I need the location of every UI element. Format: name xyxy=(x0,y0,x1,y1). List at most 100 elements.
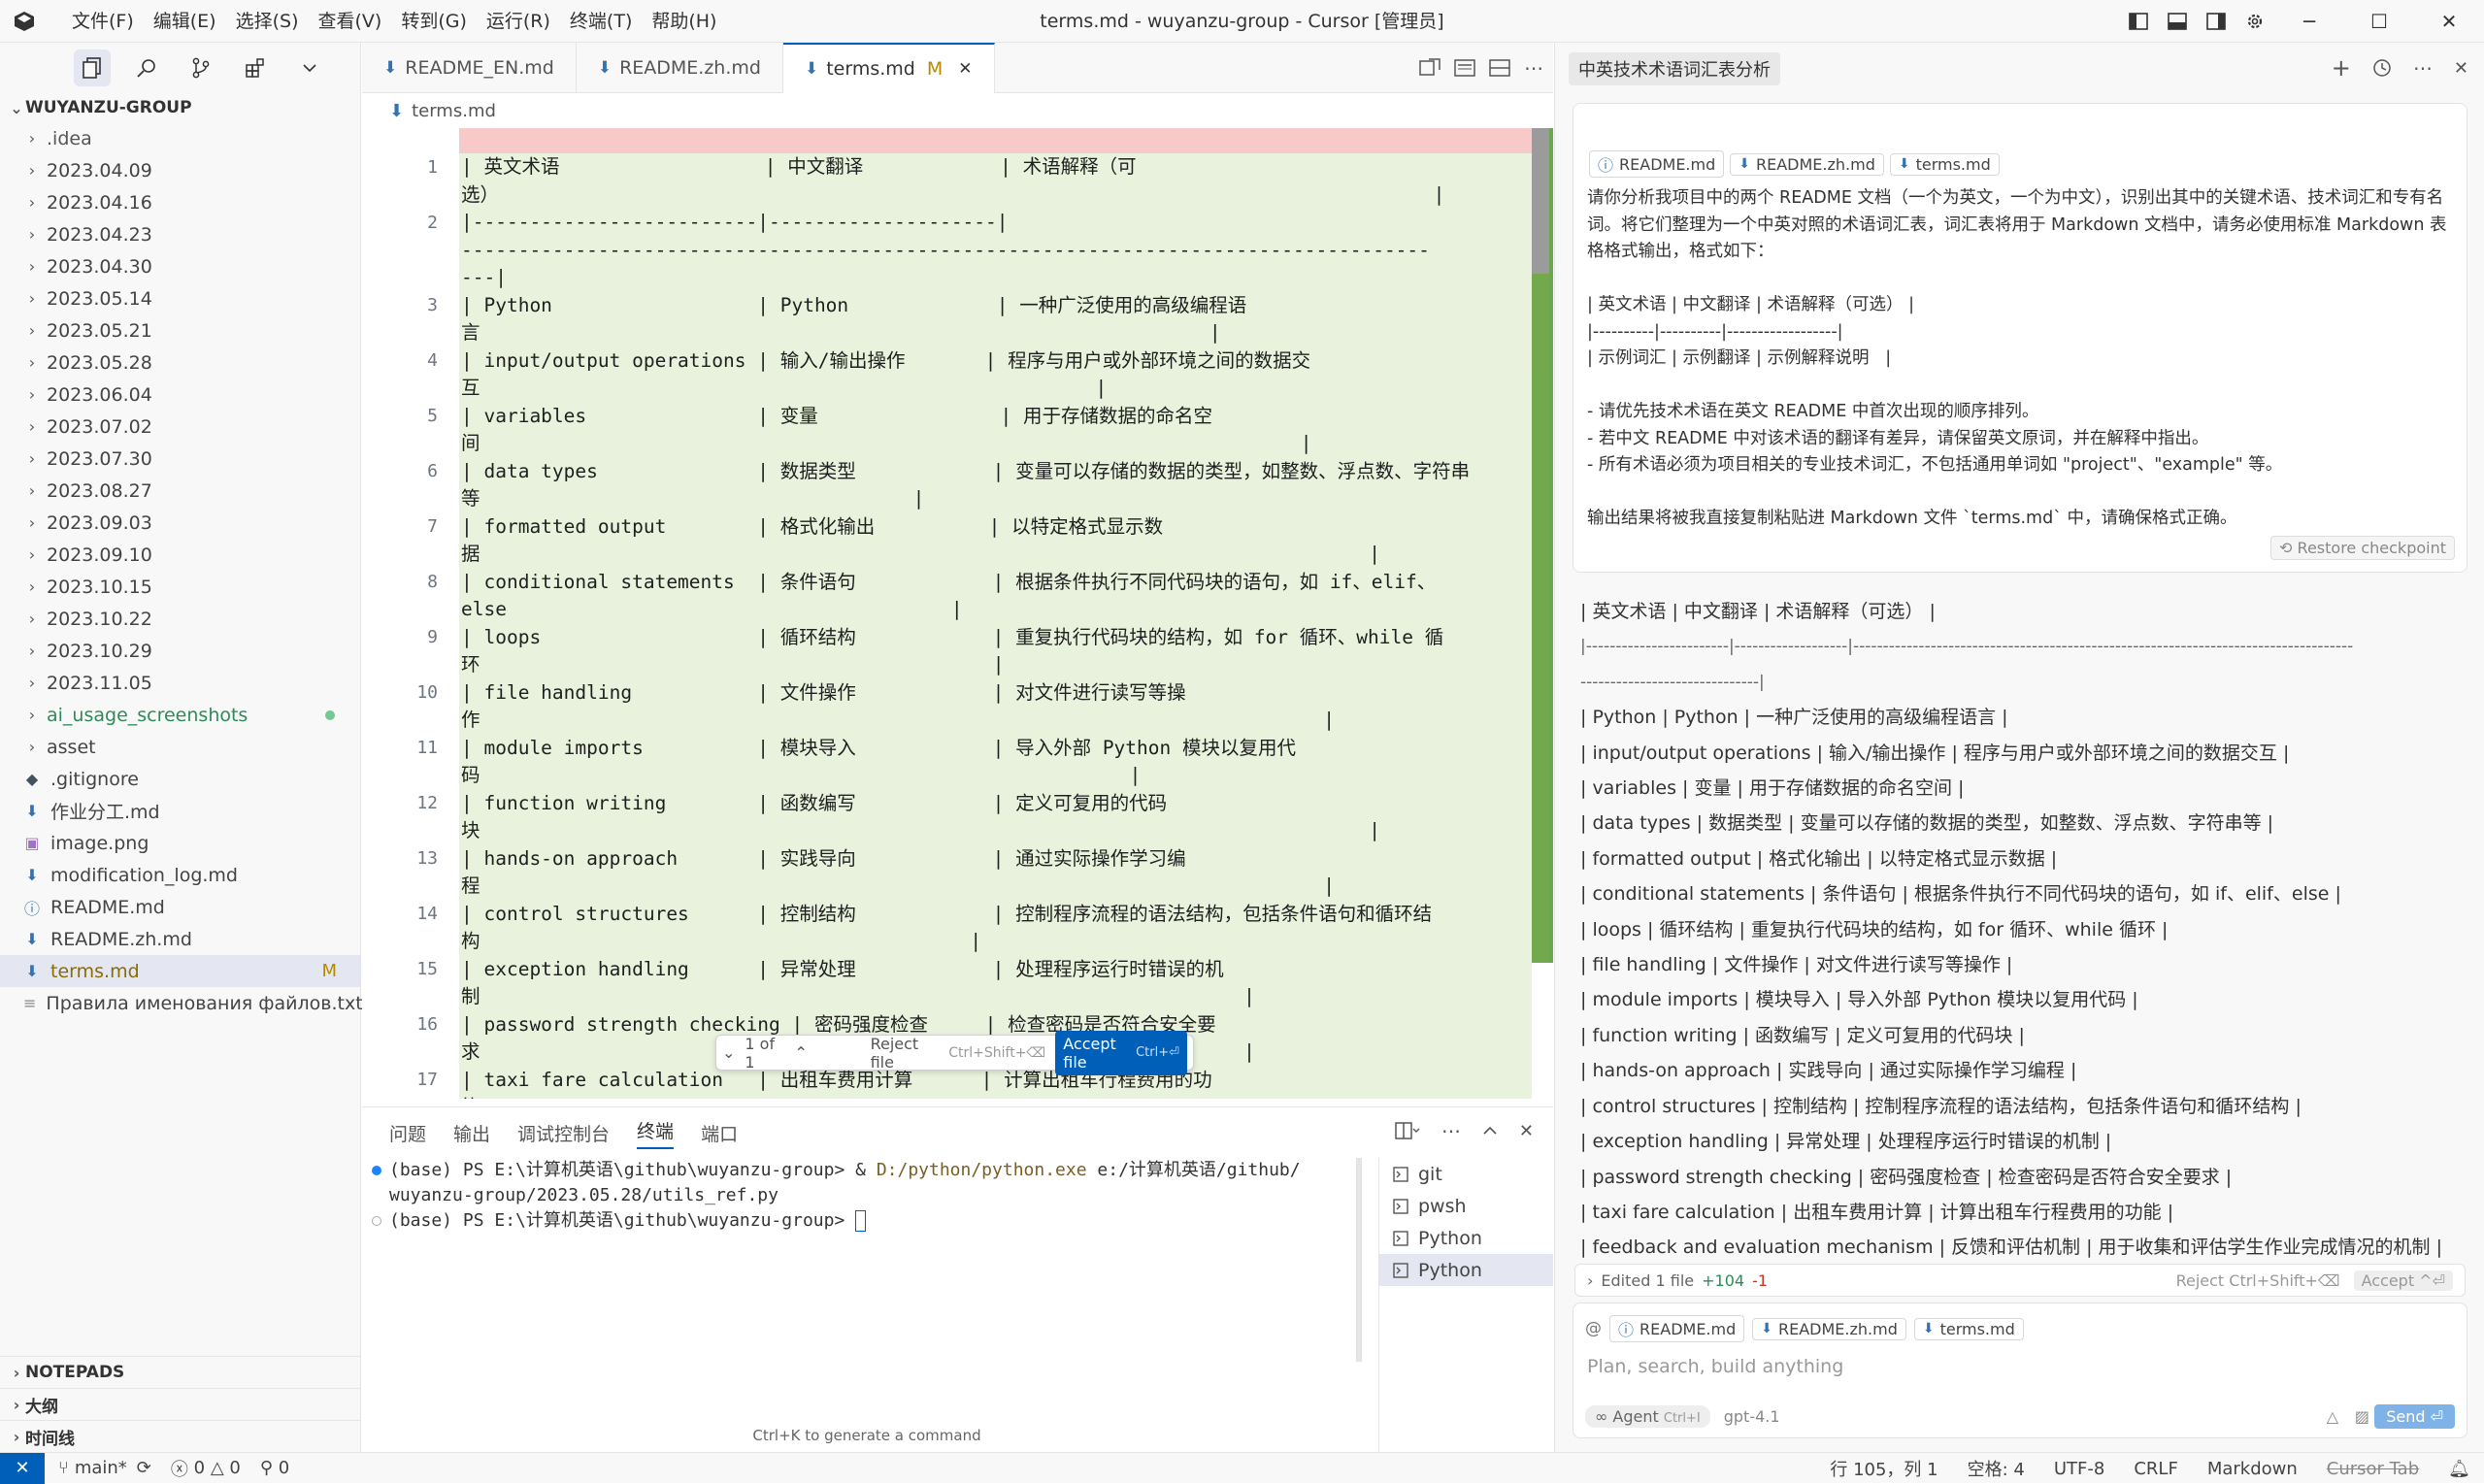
problems-indicator[interactable]: ⓧ 0 △ 0 xyxy=(171,1456,241,1481)
tree-file-readme[interactable]: ⓘ README.md xyxy=(0,891,360,923)
tab-terms[interactable]: ⬇ terms.md M ✕ xyxy=(782,42,995,93)
remote-indicator-icon[interactable]: ✕ xyxy=(0,1452,45,1484)
notifications-bell-icon[interactable]: 🔔︎ xyxy=(2448,1459,2470,1479)
tree-folder[interactable]: › 2023.05.14 xyxy=(0,282,360,314)
open-changes-icon[interactable] xyxy=(1419,58,1441,78)
model-selector[interactable]: gpt-4.1 xyxy=(1724,1407,1780,1426)
tree-folder[interactable]: › 2023.10.22 xyxy=(0,603,360,635)
split-terminal-icon[interactable] xyxy=(1395,1122,1420,1139)
context-pill[interactable]: ⬇ README.zh.md xyxy=(1730,152,1884,176)
context-pill[interactable]: ⬇ terms.md xyxy=(1889,152,2000,176)
tab-terminal[interactable]: 终端 xyxy=(637,1117,675,1149)
accept-all-button[interactable]: Accept ^⏎ xyxy=(2353,1270,2453,1291)
minimize-button[interactable]: ─ xyxy=(2274,0,2344,43)
menu-view[interactable]: 查看(V) xyxy=(309,0,392,43)
code-content[interactable]: | 英文术语 | 中文翻译 | 术语解释（可 选） | |-----------… xyxy=(459,128,1532,1099)
context-pill[interactable]: ⬇ terms.md xyxy=(1913,1317,2024,1340)
chat-input-placeholder[interactable]: Plan, search, build anything xyxy=(1587,1356,1843,1377)
chat-title[interactable]: 中英技术术语词汇表分析 xyxy=(1569,52,1780,85)
toggle-secondary-sidebar-icon[interactable] xyxy=(2197,0,2236,43)
menu-edit[interactable]: 编辑(E) xyxy=(144,0,226,43)
source-control-icon[interactable] xyxy=(182,49,219,86)
terminal-item-python-active[interactable]: Python xyxy=(1379,1254,1553,1286)
tree-folder[interactable]: › 2023.05.28 xyxy=(0,346,360,379)
close-chat-icon[interactable]: ✕ xyxy=(2454,58,2468,79)
scrollbar-thumb[interactable] xyxy=(1532,128,1549,274)
markdown-source[interactable]: | 英文术语 | 中文翻译 | 术语解释（可 选） | |-----------… xyxy=(461,153,1470,1099)
code-editor[interactable]: 1 2 3 4 5 6 7 8 9 10 11 12 13 14 15 16 1… xyxy=(362,128,1553,1099)
line-endings[interactable]: CRLF xyxy=(2134,1459,2177,1479)
encoding[interactable]: UTF-8 xyxy=(2054,1459,2104,1479)
send-button[interactable]: Send ⏎ xyxy=(2374,1404,2455,1429)
menu-file[interactable]: 文件(F) xyxy=(62,0,144,43)
terminal-item-git[interactable]: git xyxy=(1379,1158,1553,1190)
tree-folder[interactable]: › 2023.04.30 xyxy=(0,250,360,282)
restore-checkpoint-button[interactable]: ⟲ Restore checkpoint xyxy=(2270,536,2455,560)
tab-readme-zh[interactable]: ⬇ README.zh.md xyxy=(577,42,783,93)
terminal-item-python[interactable]: Python xyxy=(1379,1222,1553,1254)
cursor-tab-toggle[interactable]: Cursor Tab xyxy=(2327,1459,2419,1479)
tree-file-markdown[interactable]: ⬇ 作业分工.md xyxy=(0,795,360,827)
tab-debug-console[interactable]: 调试控制台 xyxy=(517,1120,610,1146)
tree-folder[interactable]: › 2023.07.02 xyxy=(0,411,360,443)
outline-section[interactable]: › 大纲 xyxy=(0,1388,361,1420)
maximize-panel-icon[interactable] xyxy=(1482,1126,1498,1136)
sync-icon[interactable]: ⟳ xyxy=(137,1458,151,1478)
tree-folder[interactable]: › 2023.11.05 xyxy=(0,667,360,699)
menu-terminal[interactable]: 终端(T) xyxy=(560,0,642,43)
ports-indicator[interactable]: ⚲ 0 xyxy=(260,1458,289,1478)
tree-folder[interactable]: › 2023.10.15 xyxy=(0,571,360,603)
tree-folder[interactable]: › 2023.07.30 xyxy=(0,443,360,475)
workspace-root-header[interactable]: ⌄ WUYANZU-GROUP xyxy=(0,93,360,122)
explorer-files-icon[interactable] xyxy=(74,49,111,86)
menu-run[interactable]: 运行(R) xyxy=(477,0,560,43)
tree-file-text[interactable]: ≡ Правила именования файлов.txt xyxy=(0,987,363,1019)
tree-file-markdown[interactable]: ⬇ README.zh.md xyxy=(0,923,360,955)
chevron-down-icon[interactable]: ⌄ xyxy=(722,1043,735,1062)
tree-folder-ai-usage-screenshots[interactable]: › ai_usage_screenshots xyxy=(0,699,360,731)
more-actions-icon[interactable]: ⋯ xyxy=(1524,56,1543,80)
settings-gear-icon[interactable] xyxy=(2236,0,2274,43)
tree-folder[interactable]: › 2023.04.23 xyxy=(0,218,360,250)
tab-readme-en[interactable]: ⬇ README_EN.md xyxy=(362,42,577,93)
chat-input-box[interactable]: @ ⓘ README.md ⬇ README.zh.md ⬇ terms.md Pla… xyxy=(1573,1303,2467,1438)
tree-file-terms[interactable]: ⬇ terms.md M xyxy=(0,955,360,987)
context-pill[interactable]: ⬇ README.zh.md xyxy=(1752,1317,1906,1340)
toggle-panel-icon[interactable] xyxy=(2158,0,2197,43)
editor-scrollbar[interactable] xyxy=(1532,128,1549,963)
user-message[interactable]: ⓘ README.md ⬇ README.zh.md ⬇ terms.md 请你分析我… xyxy=(1573,103,2467,573)
accept-file-button[interactable]: Accept file Ctrl+⏎ xyxy=(1055,1030,1187,1075)
language-mode[interactable]: Markdown xyxy=(2207,1459,2298,1479)
search-icon[interactable] xyxy=(128,49,165,86)
close-panel-icon[interactable]: ✕ xyxy=(1519,1121,1534,1141)
cursor-position[interactable]: 行 105，列 1 xyxy=(1830,1456,1938,1481)
more-actions-icon[interactable]: ⋯ xyxy=(2413,56,2433,80)
tree-folder[interactable]: › 2023.08.27 xyxy=(0,475,360,507)
tree-folder-asset[interactable]: › asset xyxy=(0,731,360,763)
tree-file-markdown[interactable]: ⬇ modification_log.md xyxy=(0,859,360,891)
close-tab-icon[interactable]: ✕ xyxy=(958,59,972,79)
menu-selection[interactable]: 选择(S) xyxy=(226,0,309,43)
more-actions-icon[interactable]: ⋯ xyxy=(1441,1119,1461,1142)
tab-ports[interactable]: 端口 xyxy=(701,1120,738,1146)
tree-folder-idea[interactable]: › .idea xyxy=(0,122,360,154)
tree-folder[interactable]: › 2023.05.21 xyxy=(0,314,360,346)
image-attach-icon[interactable]: ▨ xyxy=(2355,1407,2369,1426)
notepads-section[interactable]: › NOTEPADS xyxy=(0,1356,361,1388)
tree-folder[interactable]: › 2023.09.03 xyxy=(0,507,360,539)
tree-folder[interactable]: › 2023.06.04 xyxy=(0,379,360,411)
branch-indicator[interactable]: ⑂ main* ⟳ xyxy=(58,1458,151,1478)
tree-folder[interactable]: › 2023.04.09 xyxy=(0,154,360,186)
menu-go[interactable]: 转到(G) xyxy=(391,0,477,43)
maximize-button[interactable]: ☐ xyxy=(2344,0,2414,43)
tree-file-image[interactable]: ▣ image.png xyxy=(0,827,360,859)
close-button[interactable]: ✕ xyxy=(2414,0,2484,43)
tab-problems[interactable]: 问题 xyxy=(389,1120,426,1146)
terminal-scrollbar[interactable] xyxy=(1356,1158,1362,1362)
tree-folder[interactable]: › 2023.04.16 xyxy=(0,186,360,218)
extensions-icon[interactable] xyxy=(237,49,274,86)
menu-help[interactable]: 帮助(H) xyxy=(642,0,726,43)
breadcrumb-file[interactable]: terms.md xyxy=(412,101,496,121)
reject-all-button[interactable]: Reject Ctrl+Shift+⌫ xyxy=(2176,1271,2340,1290)
toggle-sidebar-icon[interactable] xyxy=(2119,0,2158,43)
